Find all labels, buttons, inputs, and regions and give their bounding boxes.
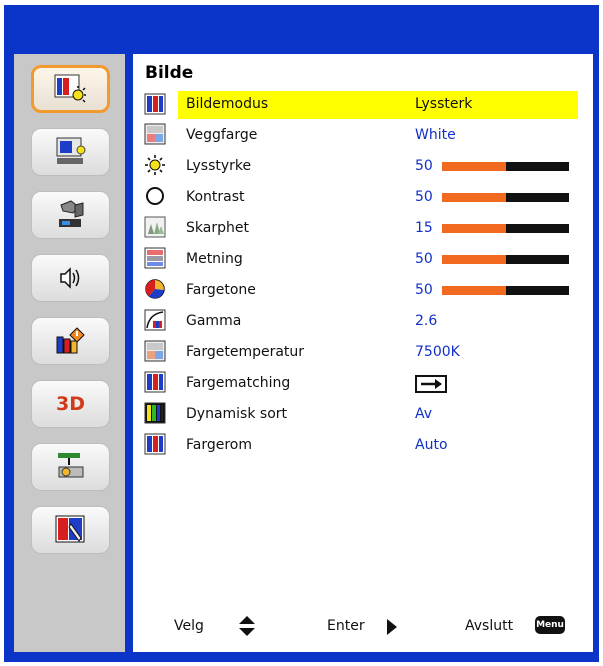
picture-mode-icon xyxy=(144,93,166,115)
tint-slider[interactable] xyxy=(442,286,569,295)
row-value: 15 xyxy=(415,220,433,236)
menu-row-bildemodus[interactable]: Bildemodus Lyssterk xyxy=(178,91,578,119)
row-value: 50 xyxy=(415,158,433,174)
display-icon xyxy=(56,137,85,164)
sidebar-item-picture[interactable] xyxy=(31,65,110,113)
sharpness-icon xyxy=(144,216,166,238)
footer-exit-label: Avslutt xyxy=(465,618,514,634)
page-title: Bilde xyxy=(145,63,194,83)
menu-row-fargetemperatur[interactable]: Fargetemperatur 7500K xyxy=(140,339,580,367)
row-value: 2.6 xyxy=(415,313,438,329)
menu-row-fargematching[interactable]: Fargematching xyxy=(140,370,580,398)
network-icon xyxy=(57,453,83,478)
slider-fill xyxy=(442,193,506,202)
options-icon xyxy=(56,327,85,354)
tint-icon xyxy=(145,279,165,299)
wall-color-icon xyxy=(144,123,166,145)
menu-badge[interactable]: Menu xyxy=(535,616,565,634)
row-label: Kontrast xyxy=(186,189,245,205)
footer-select-label: Velg xyxy=(174,618,204,634)
menu-row-fargerom[interactable]: Fargerom Auto xyxy=(140,432,580,460)
menu-row-kontrast[interactable]: Kontrast 50 xyxy=(140,184,580,212)
row-value: 7500K xyxy=(415,344,460,360)
row-label: Fargematching xyxy=(186,375,291,391)
slider-fill xyxy=(442,286,506,295)
row-value: Av xyxy=(415,406,433,422)
row-value: Auto xyxy=(415,437,448,453)
menu-row-lysstyrke[interactable]: Lysstyrke 50 xyxy=(140,153,580,181)
menu-row-metning[interactable]: Metning 50 xyxy=(140,246,580,274)
row-label: Skarphet xyxy=(186,220,249,236)
menu-row-veggfarge[interactable]: Veggfarge White xyxy=(140,122,580,150)
color-matching-icon xyxy=(144,371,166,393)
row-label: Veggfarge xyxy=(186,127,258,143)
contrast-slider[interactable] xyxy=(442,193,569,202)
row-value: White xyxy=(415,127,456,143)
interactive-icon xyxy=(55,515,84,543)
enter-arrow-icon[interactable] xyxy=(415,375,447,393)
sidebar-item-interactive[interactable] xyxy=(31,506,110,554)
row-label: Metning xyxy=(186,251,243,267)
dynamic-black-icon xyxy=(144,402,166,424)
menu-row-skarphet[interactable]: Skarphet 15 xyxy=(140,215,580,243)
up-down-arrow-icon xyxy=(239,616,255,636)
sidebar-item-network[interactable] xyxy=(31,443,110,491)
row-value: 50 xyxy=(415,282,433,298)
contrast-icon xyxy=(146,187,164,205)
menu-row-fargetone[interactable]: Fargetone 50 xyxy=(140,277,580,305)
3d-label: 3D xyxy=(56,393,85,415)
menu-row-dynamisk-sort[interactable]: Dynamisk sort Av xyxy=(140,401,580,429)
row-value: Lyssterk xyxy=(415,96,473,112)
sidebar-item-3d[interactable]: 3D xyxy=(31,380,110,428)
row-label: Dynamisk sort xyxy=(186,406,288,422)
sidebar-item-audio[interactable] xyxy=(31,254,110,302)
sidebar-item-options[interactable] xyxy=(31,317,110,365)
row-value: 50 xyxy=(415,251,433,267)
gamma-icon xyxy=(144,309,166,331)
slider-fill xyxy=(442,162,506,171)
color-space-icon xyxy=(144,433,166,455)
audio-icon xyxy=(59,267,79,289)
saturation-slider[interactable] xyxy=(442,255,569,264)
brightness-icon xyxy=(145,155,165,175)
sidebar-item-setup[interactable] xyxy=(31,191,110,239)
footer-enter-label: Enter xyxy=(327,618,365,634)
slider-fill xyxy=(442,255,506,264)
brightness-slider[interactable] xyxy=(442,162,569,171)
row-label: Fargetemperatur xyxy=(186,344,305,360)
row-label: Gamma xyxy=(186,313,242,329)
picture-icon xyxy=(54,74,86,103)
row-value: 50 xyxy=(415,189,433,205)
color-temperature-icon xyxy=(144,340,166,362)
saturation-icon xyxy=(144,247,166,269)
row-label: Fargetone xyxy=(186,282,256,298)
menu-row-gamma[interactable]: Gamma 2.6 xyxy=(140,308,580,336)
setup-icon xyxy=(58,200,83,227)
sharpness-slider[interactable] xyxy=(442,224,569,233)
slider-fill xyxy=(442,224,506,233)
right-arrow-icon xyxy=(387,619,397,635)
sidebar-item-display[interactable] xyxy=(31,128,110,176)
row-label: Bildemodus xyxy=(186,96,269,112)
row-label: Fargerom xyxy=(186,437,253,453)
row-label: Lysstyrke xyxy=(186,158,252,174)
